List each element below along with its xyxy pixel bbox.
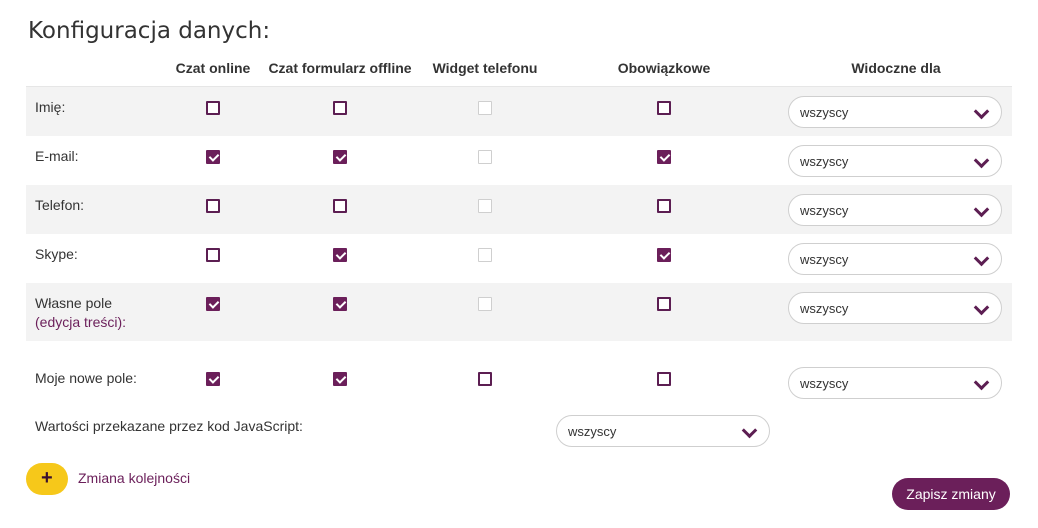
edit-content-link[interactable]: (edycja treści): [35,313,126,332]
column-header-phone-widget: Widget telefonu [432,60,538,76]
select-value: wszyscy [800,154,849,169]
chevron-down-icon [973,374,990,391]
checkbox-required[interactable] [657,297,671,311]
visible-for-select[interactable]: wszyscy [788,243,1002,275]
visible-for-select[interactable]: wszyscy [788,367,1002,399]
checkbox-offline-form[interactable] [333,199,347,213]
visible-for-select[interactable]: wszyscy [788,194,1002,226]
chevron-down-icon [973,299,990,316]
select-value: wszyscy [800,203,849,218]
checkbox-chat-online[interactable] [206,372,220,386]
save-button[interactable]: Zapisz zmiany [892,478,1010,510]
visible-for-select[interactable]: wszyscy [788,292,1002,324]
page-title: Konfiguracja danych: [28,18,271,44]
column-header-required: Obowiązkowe [617,60,711,76]
select-value: wszyscy [800,105,849,120]
checkbox-chat-online[interactable] [206,101,220,115]
select-value: wszyscy [800,252,849,267]
column-header-visible-for: Widoczne dla [851,60,941,76]
checkbox-chat-online[interactable] [206,297,220,311]
row-label-text: Moje nowe pole: [35,370,137,386]
table-row: Telefon: wszyscy [26,185,1012,234]
checkbox-required[interactable] [657,199,671,213]
checkbox-required[interactable] [657,101,671,115]
select-value: wszyscy [800,301,849,316]
column-header-offline-form: Czat formularz offline [268,60,412,76]
checkbox-phone-widget [478,297,492,311]
checkbox-chat-online[interactable] [206,248,220,262]
checkbox-offline-form[interactable] [333,248,347,262]
checkbox-chat-online[interactable] [206,150,220,164]
row-label: Imię: [35,98,65,117]
checkbox-required[interactable] [657,372,671,386]
row-label: Moje nowe pole: [35,369,137,388]
visible-for-select[interactable]: wszyscy [788,96,1002,128]
plus-icon: + [41,467,53,489]
row-label-text: Własne pole [35,295,113,311]
select-value: wszyscy [568,424,617,439]
row-label: Telefon: [35,196,84,215]
checkbox-chat-online[interactable] [206,199,220,213]
checkbox-phone-widget [478,248,492,262]
add-reorder-button[interactable]: + [26,463,68,495]
js-values-select[interactable]: wszyscy [556,415,770,447]
chevron-down-icon [973,250,990,267]
checkbox-phone-widget [478,150,492,164]
checkbox-phone-widget[interactable] [478,372,492,386]
row-label-text: E-mail: [35,148,79,164]
row-label: Własne pole (edycja treści): [35,294,126,332]
checkbox-required[interactable] [657,248,671,262]
row-label: E-mail: [35,147,79,166]
table-row: Imię: wszyscy [26,87,1012,136]
checkbox-phone-widget [478,101,492,115]
row-label-text: Imię: [35,99,66,115]
row-label-text: Skype: [35,246,78,262]
table-header: Czat online Czat formularz offline Widge… [26,58,1012,88]
table-row: Własne pole (edycja treści): wszyscy [26,283,1012,341]
row-label: Skype: [35,245,78,264]
chevron-down-icon [973,103,990,120]
checkbox-phone-widget [478,199,492,213]
table-row: Moje nowe pole: wszyscy [26,358,1012,407]
select-value: wszyscy [800,376,849,391]
checkbox-offline-form[interactable] [333,297,347,311]
chevron-down-icon [973,152,990,169]
visible-for-select[interactable]: wszyscy [788,145,1002,177]
chevron-down-icon [973,201,990,218]
reorder-link[interactable]: Zmiana kolejności [78,470,190,486]
chevron-down-icon [741,422,758,439]
table-row: E-mail: wszyscy [26,136,1012,185]
checkbox-offline-form[interactable] [333,372,347,386]
table-row: Skype: wszyscy [26,234,1012,283]
checkbox-offline-form[interactable] [333,101,347,115]
column-header-chat-online: Czat online [175,60,251,76]
checkbox-required[interactable] [657,150,671,164]
row-label-text: Telefon: [35,197,85,213]
js-values-label: Wartości przekazane przez kod JavaScript… [35,418,303,434]
checkbox-offline-form[interactable] [333,150,347,164]
